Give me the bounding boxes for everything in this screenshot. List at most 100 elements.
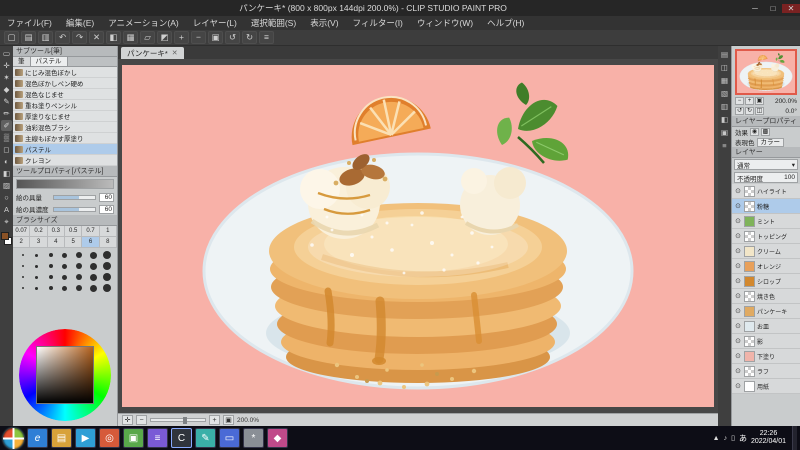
canvas-artwork[interactable]	[122, 65, 714, 407]
subtool-item[interactable]: 混色なじませ	[13, 89, 117, 100]
zoom-in-icon[interactable]: +	[209, 415, 220, 425]
zoom-out-button[interactable]: −	[191, 31, 206, 44]
game-app-icon[interactable]: ◆	[267, 428, 288, 448]
brush-tip[interactable]	[44, 261, 57, 271]
history-dock-icon[interactable]: ▧	[719, 88, 730, 99]
subtool-tab-pastel[interactable]: パステル	[30, 57, 68, 66]
nav-flip-icon[interactable]: ◫	[755, 107, 764, 115]
nav-rotate-right-icon[interactable]: ↻	[745, 107, 754, 115]
subtool-item[interactable]: にじみ混色ぼかし	[13, 67, 117, 78]
layer-row[interactable]: ⊙ ラフ	[732, 364, 800, 379]
figure-tool-icon[interactable]: ○	[1, 192, 12, 203]
redo-button[interactable]: ↷	[72, 31, 87, 44]
maximize-button[interactable]: □	[764, 4, 782, 13]
rotate-right-button[interactable]: ↻	[242, 31, 257, 44]
menu-help[interactable]: ヘルプ(H)	[480, 17, 531, 29]
menu-view[interactable]: 表示(V)	[303, 17, 345, 29]
layer-dock-icon[interactable]: ▦	[719, 75, 730, 86]
menu-window[interactable]: ウィンドウ(W)	[410, 17, 480, 29]
menu-edit[interactable]: 編集(E)	[59, 17, 101, 29]
brush-tip[interactable]	[30, 272, 43, 282]
navigator-thumbnail[interactable]	[737, 51, 795, 93]
visibility-eye-icon[interactable]: ⊙	[734, 307, 742, 315]
visibility-eye-icon[interactable]: ⊙	[734, 292, 742, 300]
layer-row-selected[interactable]: ⊙ 粉糖	[732, 199, 800, 214]
layer-row[interactable]: ⊙ お皿	[732, 319, 800, 334]
brush-size-cell[interactable]: 1	[99, 226, 117, 237]
brush-tip[interactable]	[30, 283, 43, 293]
subtool-item[interactable]: 混色ぼかしペン硬め	[13, 78, 117, 89]
eyedropper-tool-icon[interactable]: ◆	[1, 84, 12, 95]
foreground-color-swatch[interactable]	[1, 232, 9, 240]
new-button[interactable]: ▢	[4, 31, 19, 44]
volume-icon[interactable]: ♪	[724, 435, 728, 442]
settings-app-icon[interactable]: *	[243, 428, 264, 448]
menu-dock-icon[interactable]: ≡	[719, 140, 730, 151]
info-dock-icon[interactable]: ◧	[719, 114, 730, 125]
brush-tip[interactable]	[58, 261, 71, 271]
slider-track[interactable]	[53, 206, 96, 212]
zoom-slider[interactable]	[150, 417, 206, 424]
undo-button[interactable]: ↶	[55, 31, 70, 44]
eraser-tool-icon[interactable]: ◻	[1, 144, 12, 155]
brush-tip[interactable]	[101, 272, 114, 282]
pen-tool-icon[interactable]: ✎	[1, 96, 12, 107]
delete-button[interactable]: ✕	[89, 31, 104, 44]
brush-size-cell[interactable]: 0.7	[82, 226, 100, 237]
visibility-eye-icon[interactable]: ⊙	[734, 262, 742, 270]
photo-viewer-icon[interactable]: ▣	[123, 428, 144, 448]
brush-tip[interactable]	[73, 261, 86, 271]
close-button[interactable]: ✕	[782, 3, 800, 13]
menu-filter[interactable]: フィルター(I)	[346, 17, 410, 29]
brush-tip[interactable]	[73, 272, 86, 282]
gradient-tool-icon[interactable]: ▨	[1, 180, 12, 191]
layer-row[interactable]: ⊙ シロップ	[732, 274, 800, 289]
brush-size-cell-selected[interactable]: 6	[82, 237, 100, 248]
brush-tip[interactable]	[87, 250, 100, 260]
deselect-button[interactable]: ▱	[140, 31, 155, 44]
subtool-item[interactable]: 厚塗りなじませ	[13, 111, 117, 122]
layer-row[interactable]: ⊙ トッピング	[732, 229, 800, 244]
fill-button[interactable]: ◧	[106, 31, 121, 44]
subtool-item-selected[interactable]: パステル	[13, 144, 117, 155]
menu-layer[interactable]: レイヤー(L)	[186, 17, 244, 29]
invert-selection-button[interactable]: ◩	[157, 31, 172, 44]
layer-row[interactable]: ⊙ パンケーキ	[732, 304, 800, 319]
layer-row[interactable]: ⊙ オレンジ	[732, 259, 800, 274]
brush-tip[interactable]	[73, 283, 86, 293]
tone-effect-icon[interactable]: ▩	[761, 128, 770, 136]
text-editor-icon[interactable]: ≡	[147, 428, 168, 448]
brush-tip[interactable]	[16, 283, 29, 293]
brush-tip[interactable]	[87, 272, 100, 282]
brush-tip[interactable]	[16, 261, 29, 271]
nav-fit-icon[interactable]: ▣	[755, 97, 764, 105]
brush-tool-icon[interactable]: ✐	[1, 120, 12, 131]
brush-tip[interactable]	[87, 283, 100, 293]
taskbar-clock[interactable]: 22:26 2022/04/01	[751, 430, 789, 447]
saturation-value-square[interactable]	[36, 346, 94, 404]
internet-explorer-icon[interactable]: e	[27, 428, 48, 448]
fit-screen-button[interactable]: ▣	[208, 31, 223, 44]
brush-tip[interactable]	[44, 272, 57, 282]
menu-file[interactable]: ファイル(F)	[0, 17, 59, 29]
layer-row[interactable]: ⊙ クリーム	[732, 244, 800, 259]
brush-tip[interactable]	[58, 272, 71, 282]
brush-size-cell[interactable]: 0.2	[30, 226, 48, 237]
grid-button[interactable]: ▦	[123, 31, 138, 44]
pan-icon[interactable]: ✛	[122, 415, 133, 425]
hidden-icons-chevron[interactable]: ▲	[713, 435, 720, 442]
blend-tool-icon[interactable]: ◐	[1, 156, 12, 167]
settings-button[interactable]: ≡	[259, 31, 274, 44]
subtool-item[interactable]: 油彩混色ブラシ	[13, 122, 117, 133]
slider-track[interactable]	[53, 194, 96, 200]
menu-selection[interactable]: 選択範囲(S)	[244, 17, 303, 29]
canvas-viewport[interactable]	[118, 59, 718, 413]
opacity-value[interactable]: 100	[784, 174, 795, 181]
magic-wand-tool-icon[interactable]: ✶	[1, 72, 12, 83]
brush-tip[interactable]	[73, 250, 86, 260]
menu-animation[interactable]: アニメーション(A)	[101, 17, 186, 29]
mail-app-icon[interactable]: ▭	[219, 428, 240, 448]
paint-amount-slider[interactable]: 絵の具量 60	[13, 191, 117, 203]
subtool-item[interactable]: 主線もぼかす厚塗り	[13, 133, 117, 144]
paint-density-slider[interactable]: 絵の具濃度 60	[13, 203, 117, 215]
